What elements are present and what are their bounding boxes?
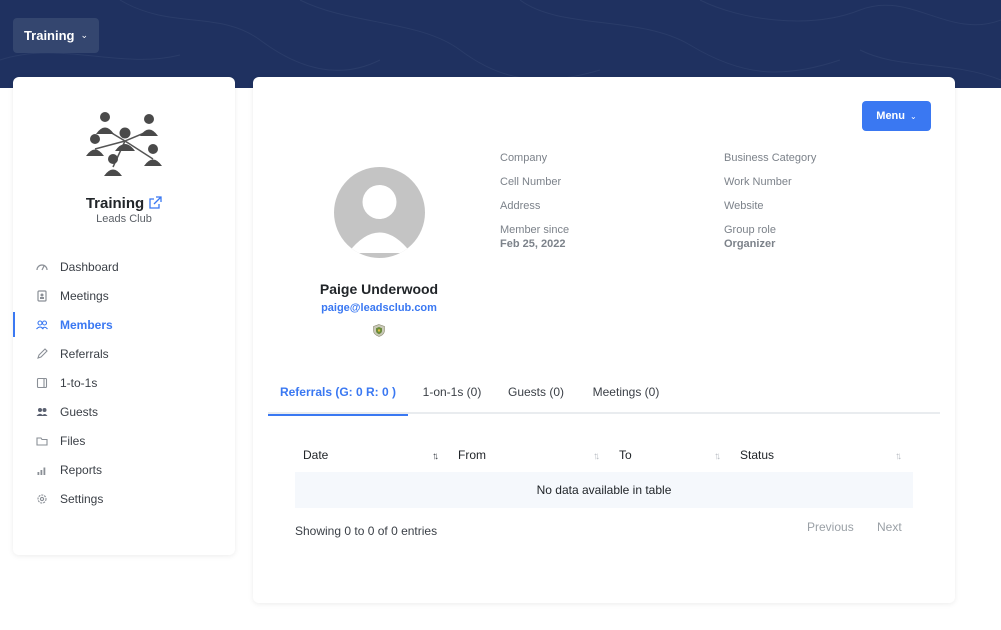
sort-icon: ↑↓: [714, 451, 721, 462]
sidebar-item-label: Settings: [60, 491, 104, 506]
menu-button[interactable]: Menu ⌄: [862, 101, 931, 131]
sidebar-item-1-to-1s[interactable]: 1-to-1s: [13, 368, 235, 397]
member-email-link[interactable]: paige@leadsclub.com: [293, 302, 465, 314]
column-header-label: To: [619, 448, 632, 462]
column-header-label: Status: [740, 448, 775, 462]
group-selector-button[interactable]: Training ⌄: [13, 18, 99, 53]
website-label: Website: [724, 200, 764, 212]
profile-info-left: Company Cell Number Address Member since…: [500, 151, 700, 250]
gear-icon: [36, 493, 48, 505]
external-link-icon[interactable]: [148, 196, 162, 210]
chevron-down-icon: ⌄: [80, 30, 89, 40]
sidebar-item-label: Meetings: [60, 288, 109, 303]
sidebar-item-reports[interactable]: Reports: [13, 455, 235, 484]
table-empty-row: No data available in table: [295, 472, 913, 508]
tab-1-on-1s[interactable]: 1-on-1s (0): [408, 369, 496, 414]
dashboard-icon: [36, 261, 48, 273]
referrals-table-header: Date ↑↓ From ↑↓ To ↑↓ Status ↑↓: [295, 439, 913, 471]
tab-meetings[interactable]: Meetings (0): [576, 369, 676, 414]
business-category-label: Business Category: [724, 152, 817, 164]
group-role-field: Group role Organizer: [724, 223, 924, 250]
sort-icon: ↑↓: [432, 451, 439, 462]
member-since-value: Feb 25, 2022: [500, 238, 566, 250]
tab-referrals[interactable]: Referrals (G: 0 R: 0 ): [268, 369, 408, 416]
sidebar-item-label: Guests: [60, 404, 99, 419]
sidebar-item-settings[interactable]: Settings: [13, 484, 235, 513]
member-name: Paige Underwood: [319, 281, 439, 297]
table-info: Showing 0 to 0 of 0 entries: [295, 524, 438, 538]
folder-icon: [36, 435, 48, 447]
tab-guests[interactable]: Guests (0): [496, 369, 576, 414]
column-header-to[interactable]: To ↑↓: [611, 439, 732, 471]
meetings-icon: [36, 289, 48, 302]
member-profile-card: Menu ⌄ Paige Underwood paige@leadsclub.c…: [253, 77, 955, 603]
sidebar-item-label: Members: [60, 317, 113, 332]
club-name-label: Training: [85, 195, 145, 212]
header-banner: Training ⌄: [0, 0, 1001, 88]
column-header-date[interactable]: Date ↑↓: [295, 439, 450, 471]
sidebar-item-label: Files: [60, 433, 86, 448]
group-role-value: Organizer: [724, 238, 776, 250]
group-role-label: Group role: [724, 224, 776, 236]
sidebar-item-referrals[interactable]: Referrals: [13, 339, 235, 368]
group-selector-label: Training: [23, 28, 75, 43]
organizer-badge-icon: [373, 324, 385, 337]
avatar: [334, 167, 425, 258]
pagination-previous[interactable]: Previous: [807, 520, 854, 534]
member-since-field: Member since Feb 25, 2022: [500, 223, 700, 250]
pencil-icon: [36, 347, 48, 360]
pagination-next[interactable]: Next: [877, 520, 902, 534]
banner-pattern: [0, 0, 1001, 81]
sidebar-item-label: Referrals: [60, 346, 109, 361]
sidebar-item-meetings[interactable]: Meetings: [13, 281, 235, 310]
column-header-label: From: [458, 448, 486, 462]
work-number-label: Work Number: [724, 176, 792, 188]
sidebar-nav: Dashboard Meetings Members Referrals 1-t…: [13, 252, 235, 513]
members-icon: [36, 319, 48, 331]
sort-icon: ↑↓: [593, 451, 600, 462]
menu-button-label: Menu: [876, 110, 906, 122]
sidebar-item-files[interactable]: Files: [13, 426, 235, 455]
sidebar-item-label: Reports: [60, 462, 103, 477]
column-header-label: Date: [303, 448, 329, 462]
address-label: Address: [500, 200, 541, 212]
sort-icon: ↑↓: [895, 451, 902, 462]
member-since-label: Member since: [500, 224, 570, 236]
profile-info-right: Business Category Work Number Website Gr…: [724, 151, 924, 250]
sidebar: Training Leads Club Dashboard Meetings M…: [13, 77, 235, 555]
sidebar-item-label: 1-to-1s: [60, 375, 98, 390]
profile-tabs: Referrals (G: 0 R: 0 ) 1-on-1s (0) Guest…: [268, 369, 940, 416]
bar-chart-icon: [36, 464, 48, 476]
company-label: Company: [500, 152, 548, 164]
chevron-down-icon: ⌄: [910, 111, 917, 121]
club-name[interactable]: Training: [13, 195, 235, 212]
sidebar-item-dashboard[interactable]: Dashboard: [13, 252, 235, 281]
guests-icon: [36, 406, 48, 418]
sidebar-item-members[interactable]: Members: [13, 310, 235, 339]
one-to-one-icon: [36, 377, 48, 389]
cell-number-label: Cell Number: [500, 176, 562, 188]
sidebar-item-guests[interactable]: Guests: [13, 397, 235, 426]
club-logo-icon: [86, 112, 162, 176]
column-header-status[interactable]: Status ↑↓: [732, 439, 913, 471]
column-header-from[interactable]: From ↑↓: [450, 439, 611, 471]
club-subtitle: Leads Club: [96, 213, 152, 225]
sidebar-item-label: Dashboard: [60, 259, 119, 274]
